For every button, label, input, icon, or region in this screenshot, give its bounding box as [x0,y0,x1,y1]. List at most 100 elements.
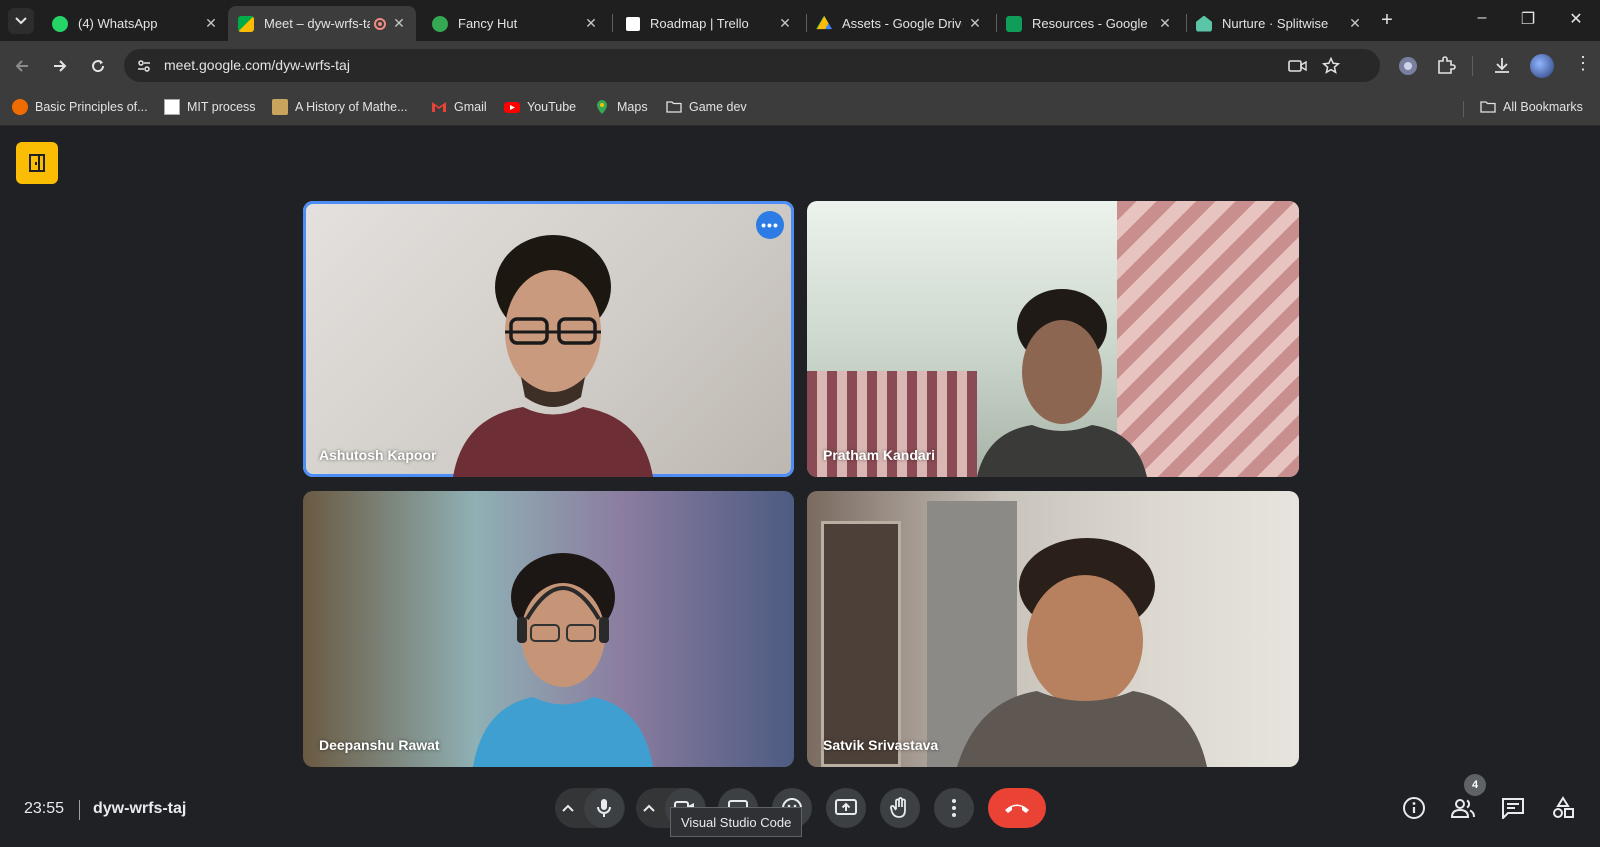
tab-title: Resources - Google Sheets [1032,16,1152,31]
google-drive-icon [816,15,832,30]
close-icon[interactable]: ✕ [1158,15,1172,32]
meeting-app-button[interactable] [16,142,58,184]
chat-icon [1502,798,1524,819]
maps-icon [597,100,607,114]
bookmarks-bar: Basic Principles of... MIT process A His… [0,91,1600,126]
bookmark-label: YouTube [527,100,577,114]
tab-title: Roadmap | Trello [650,16,749,31]
close-icon[interactable]: ✕ [392,15,406,32]
tab-search-button[interactable] [8,8,34,34]
raise-hand-button[interactable] [880,788,920,828]
more-vert-icon [952,799,956,817]
bookmark-folder[interactable]: Game dev [666,99,747,115]
reload-icon [92,60,105,73]
tab-google-drive[interactable]: Assets - Google Drive ✕ [806,6,992,41]
bookmark-item[interactable]: Basic Principles of... [12,99,148,115]
minimize-icon[interactable]: – [1470,9,1494,27]
mic-options-chevron-icon[interactable] [561,800,579,816]
chat-button[interactable] [1499,794,1527,822]
youtube-icon [504,102,520,113]
tab-separator [612,14,613,32]
whatsapp-icon [52,15,68,32]
tab-meet[interactable]: Meet – dyw-wrfs-taj ✕ [228,6,416,41]
present-screen-button[interactable] [826,788,866,828]
participant-video [453,235,653,477]
bookmark-item[interactable]: Maps [594,99,648,115]
profile-avatar[interactable] [1530,54,1554,78]
camera-options-chevron-icon[interactable] [642,800,660,816]
close-icon[interactable]: ✕ [968,15,982,32]
tab-whatsapp[interactable]: (4) WhatsApp ✕ [42,6,228,41]
participant-tile[interactable]: Deepanshu Rawat [303,491,794,767]
restore-icon[interactable]: ❐ [1516,9,1540,29]
browser-toolbar: meet.google.com/dyw-wrfs-taj ⋮ [0,41,1600,91]
bookmark-item[interactable]: YouTube [504,99,576,115]
meet-stage: ••• Ashutosh Kapoor Pratham Kandari Deep… [0,126,1600,847]
participant-tile[interactable]: Pratham Kandari [807,201,1299,477]
info-icon [1403,797,1425,819]
arrow-left-icon [15,60,28,72]
back-button[interactable] [10,54,34,78]
book-icon [272,99,288,115]
leave-call-button[interactable] [988,788,1046,828]
bookmarks-divider [1463,101,1464,117]
bookmark-label: MIT process [187,100,256,114]
more-options-button[interactable] [934,788,974,828]
bookmark-star-icon[interactable] [1322,57,1340,75]
participant-count-badge: 4 [1464,774,1486,796]
trello-icon [626,16,640,31]
meeting-clock: 23:55 [24,800,65,817]
site-settings-icon[interactable] [136,58,152,74]
tab-google-sheets[interactable]: Resources - Google Sheets ✕ [996,6,1182,41]
hang-up-icon [1005,804,1029,813]
bookmark-label: Game dev [689,100,747,114]
bookmark-item[interactable]: MIT process [164,99,256,115]
tab-title: Fancy Hut [458,16,518,31]
download-icon[interactable] [1492,55,1512,75]
fancy-hut-icon [432,15,448,32]
folder-icon [666,101,682,113]
close-icon[interactable]: ✕ [584,15,598,32]
bookmark-item[interactable]: A History of Mathe... [272,99,408,115]
camera-in-use-icon[interactable] [1288,58,1308,74]
url-text: meet.google.com/dyw-wrfs-taj [164,57,350,73]
extensions-puzzle-icon[interactable] [1436,55,1456,75]
tab-fancy-hut[interactable]: Fancy Hut ✕ [422,6,608,41]
participant-name: Ashutosh Kapoor [319,447,437,463]
bookmark-item[interactable]: Gmail [431,99,487,115]
activities-button[interactable] [1549,794,1577,822]
forward-button[interactable] [48,54,72,78]
tab-title: Assets - Google Drive [842,16,962,31]
close-icon[interactable]: ✕ [778,15,792,32]
window-close-icon[interactable]: ✕ [1564,9,1588,29]
all-bookmarks-label: All Bookmarks [1503,100,1583,114]
tab-title: (4) WhatsApp [78,16,158,31]
participant-video [473,553,653,767]
close-icon[interactable]: ✕ [1348,15,1362,32]
more-options-button[interactable]: ••• [756,211,784,239]
address-bar[interactable]: meet.google.com/dyw-wrfs-taj [124,49,1380,82]
all-bookmarks-button[interactable]: All Bookmarks [1480,99,1583,115]
new-tab-button[interactable]: + [1376,9,1398,32]
microphone-button[interactable] [584,788,624,828]
extension-circle-icon[interactable] [1399,57,1417,75]
bookmark-label: Gmail [454,100,487,114]
people-button[interactable] [1449,794,1477,822]
people-icon [1450,799,1475,818]
meeting-code: dyw-wrfs-taj [93,800,187,817]
tab-splitwise[interactable]: Nurture · Splitwise ✕ [1186,6,1372,41]
toolbar-divider [1472,56,1473,76]
participant-name: Pratham Kandari [823,447,936,463]
tab-trello[interactable]: Roadmap | Trello ✕ [616,6,802,41]
participant-tile[interactable]: ••• Ashutosh Kapoor [303,201,794,477]
participant-name: Satvik Srivastava [823,737,939,753]
door-exit-icon [29,154,45,172]
c-logo-icon [12,99,28,115]
microphone-icon [597,799,611,817]
menu-kebab-icon[interactable]: ⋮ [1574,53,1592,74]
participant-name: Deepanshu Rawat [319,737,440,753]
close-icon[interactable]: ✕ [204,15,218,32]
reload-button[interactable] [86,54,110,78]
participant-tile[interactable]: Satvik Srivastava [807,491,1299,767]
meeting-details-button[interactable] [1400,794,1428,822]
